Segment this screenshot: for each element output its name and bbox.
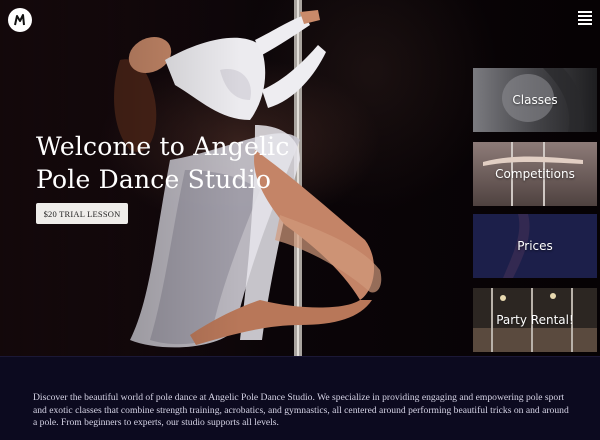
intro-paragraph: Discover the beautiful world of pole dan… — [33, 392, 569, 429]
hero-title: Welcome to Angelic Pole Dance Studio — [36, 130, 296, 196]
tile-competitions[interactable]: Competitions — [473, 142, 597, 206]
tile-prices[interactable]: Prices — [473, 214, 597, 278]
hamburger-menu-icon[interactable] — [578, 11, 592, 27]
trial-lesson-button[interactable]: $20 TRIAL LESSON — [36, 203, 128, 224]
tile-competitions-label: Competitions — [495, 167, 575, 181]
menu-bar — [578, 23, 592, 25]
tile-prices-label: Prices — [517, 239, 553, 253]
logo-mark-icon — [14, 14, 25, 26]
hero-title-line-2: Pole Dance Studio — [36, 165, 272, 194]
menu-bar — [578, 11, 592, 13]
tile-party-rental-label: Party Rental! — [496, 313, 574, 327]
tile-classes-label: Classes — [512, 93, 558, 107]
tile-party-rental[interactable]: Party Rental! — [473, 288, 597, 352]
hero-section: Welcome to Angelic Pole Dance Studio $20… — [0, 0, 600, 356]
studio-logo-icon[interactable] — [8, 8, 32, 32]
menu-bar — [578, 19, 592, 21]
section-divider — [0, 356, 600, 357]
menu-bar — [578, 15, 592, 17]
tile-classes[interactable]: Classes — [473, 68, 597, 132]
hero-title-line-1: Welcome to Angelic — [36, 132, 290, 161]
